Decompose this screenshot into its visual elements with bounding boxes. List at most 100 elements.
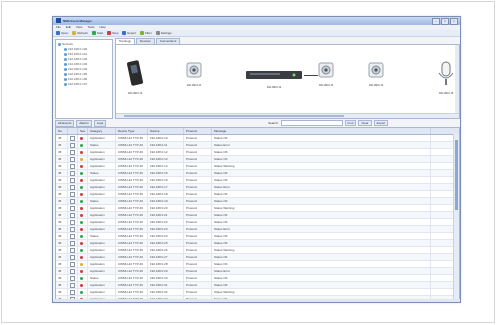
row-checkbox[interactable] (70, 261, 75, 267)
find-button[interactable]: Find (344, 120, 357, 126)
table-row[interactable]: 45 Status CWMU-42 TYP-46 192.168.0.19 Protoc… (56, 198, 459, 205)
toolbar-settings-button[interactable]: Settings (155, 31, 172, 35)
table-row[interactable]: 45 Status CWMU-42 TYP-46 192.168.0.11 Protoc… (56, 142, 459, 149)
column-header[interactable]: Device Type (116, 128, 148, 134)
row-checkbox[interactable] (70, 289, 75, 295)
tree-item[interactable]: 192.168.0.106 (64, 77, 87, 81)
device-switch-node[interactable]: 192.168.0.12 (244, 67, 304, 89)
row-checkbox[interactable] (70, 212, 75, 218)
clear-button[interactable]: Clear (358, 120, 372, 126)
minimize-button[interactable]: – (432, 18, 440, 25)
table-row[interactable]: 45 Application CWMU-42 TYP-46 192.168.0.10 P… (56, 135, 459, 142)
export-button[interactable]: Export (373, 120, 389, 126)
table-row[interactable]: 45 Application CWMU-42 TYP-46 192.168.0.13 P… (56, 156, 459, 163)
table-row[interactable]: 45 Application CWMU-42 TYP-46 192.168.0.22 P… (56, 219, 459, 226)
device-tree[interactable]: Network 192.168.0.100 192.168.0.101 192.168… (55, 39, 113, 119)
row-checkbox[interactable] (70, 170, 75, 176)
row-checkbox[interactable] (70, 233, 75, 239)
row-checkbox[interactable] (70, 275, 75, 281)
cell-no: 45 (56, 219, 68, 225)
device-mic-node[interactable]: 192.168.0.15 (436, 59, 456, 95)
tree-item[interactable]: 192.168.0.100 (64, 47, 87, 51)
toolbar-open-button[interactable]: Open (56, 31, 68, 35)
tree-item[interactable]: 192.168.0.101 (64, 52, 87, 56)
toolbar-stop-button[interactable]: Stop (107, 31, 118, 35)
hscroll-thumb[interactable] (124, 115, 344, 117)
topology-hscrollbar[interactable] (116, 113, 459, 118)
row-checkbox[interactable] (70, 184, 75, 190)
table-row[interactable]: 45 Application CWMU-42 TYP-46 192.168.0.23 P… (56, 226, 459, 233)
table-row[interactable]: 45 Status CWMU-42 TYP-46 192.168.0.15 Protoc… (56, 170, 459, 177)
tree-item[interactable]: 192.168.0.105 (64, 72, 87, 76)
row-checkbox[interactable] (70, 254, 75, 260)
table-row[interactable]: 45 Application CWMU-42 TYP-46 192.168.0.18 P… (56, 191, 459, 198)
cell-protocol: Protocol (184, 163, 212, 169)
column-header[interactable]: Protocol (184, 128, 212, 134)
table-row[interactable]: 45 Application CWMU-42 TYP-46 192.168.0.17 P… (56, 184, 459, 191)
column-header[interactable]: Sev. (78, 128, 88, 134)
table-row[interactable]: 45 Application CWMU-42 TYP-46 192.168.0.21 P… (56, 212, 459, 219)
table-row[interactable]: 45 Status CWMU-42 TYP-46 192.168.0.24 Protoc… (56, 233, 459, 240)
row-checkbox[interactable] (70, 191, 75, 197)
row-checkbox[interactable] (70, 205, 75, 211)
close-button[interactable]: × (450, 18, 458, 25)
table-row[interactable]: 45 Application CWMU-42 TYP-46 192.168.0.12 P… (56, 149, 459, 156)
row-checkbox[interactable] (70, 282, 75, 288)
tree-item[interactable]: 192.168.0.102 (64, 57, 87, 61)
toolbar-start-button[interactable]: Start (91, 31, 103, 35)
table-row[interactable]: 45 Application CWMU-42 TYP-46 192.168.0.32 P… (56, 289, 459, 296)
window-title: NMS Event Manager (63, 19, 92, 23)
table-row[interactable]: 45 Application CWMU-42 TYP-46 192.168.0.31 P… (56, 282, 459, 289)
row-checkbox[interactable] (70, 177, 75, 183)
title-bar[interactable]: NMS Event Manager – □ × (53, 17, 460, 25)
row-checkbox[interactable] (70, 268, 75, 274)
tree-item[interactable]: 192.168.0.104 (64, 67, 87, 71)
row-checkbox[interactable] (70, 142, 75, 148)
toolbar-filter-button[interactable]: Filter (140, 31, 152, 35)
row-checkbox[interactable] (70, 198, 75, 204)
table-row[interactable]: 45 Status CWMU-42 TYP-46 192.168.0.30 Protoc… (56, 275, 459, 282)
table-row[interactable]: 45 Application CWMU-42 TYP-46 192.168.0.29 P… (56, 268, 459, 275)
table-row[interactable]: 45 Application CWMU-42 TYP-46 192.168.0.25 P… (56, 240, 459, 247)
column-header[interactable]: Message (212, 128, 431, 134)
filter-tab-all-events[interactable]: All Events (55, 119, 75, 127)
table-row[interactable]: 45 Application CWMU-42 TYP-46 192.168.0.20 P… (56, 205, 459, 212)
row-checkbox[interactable] (70, 156, 75, 162)
device-camera-node[interactable]: 192.168.0.13 (316, 59, 336, 87)
table-row[interactable]: 45 Application CWMU-42 TYP-46 192.168.0.27 P… (56, 254, 459, 261)
column-header[interactable]: Category (88, 128, 116, 134)
table-row[interactable]: 45 Application CWMU-42 TYP-46 192.168.0.16 P… (56, 177, 459, 184)
filter-tab-alarms[interactable]: Alarms (76, 119, 92, 127)
row-checkbox[interactable] (70, 219, 75, 225)
row-checkbox[interactable] (70, 226, 75, 232)
column-header[interactable] (68, 128, 78, 134)
row-checkbox[interactable] (70, 135, 75, 141)
device-camera-node[interactable]: 192.168.0.11 (184, 59, 204, 87)
tab-topology[interactable]: Topology (115, 38, 136, 44)
row-checkbox[interactable] (70, 247, 75, 253)
table-scroll-thumb[interactable] (455, 140, 458, 210)
filter-tab-logs[interactable]: Logs (93, 119, 107, 127)
maximize-button[interactable]: □ (441, 18, 449, 25)
table-row[interactable]: 45 Application CWMU-42 TYP-46 192.168.0.28 P… (56, 261, 459, 268)
topology-panel[interactable]: 192.168.0.10 192.168.0.11 192.168.0.12 192.… (115, 45, 460, 119)
table-scrollbar[interactable] (453, 134, 459, 300)
device-phone-node[interactable]: 192.168.0.10 (124, 59, 146, 95)
cell-protocol: Protocol (184, 282, 212, 288)
row-checkbox[interactable] (70, 163, 75, 169)
table-row[interactable]: 45 Application CWMU-42 TYP-46 192.168.0.26 P… (56, 247, 459, 254)
tree-item[interactable]: 192.168.0.103 (64, 62, 87, 66)
row-checkbox[interactable] (70, 240, 75, 246)
column-header[interactable]: Source (148, 128, 184, 134)
toolbar-export-button[interactable]: Export (122, 31, 136, 35)
search-input[interactable] (280, 120, 343, 126)
tree-item[interactable]: 192.168.0.107 (64, 82, 87, 86)
row-checkbox[interactable] (70, 149, 75, 155)
column-header[interactable]: No. (56, 128, 68, 134)
tab-connections[interactable]: Connections (155, 38, 181, 44)
toolbar-refresh-button[interactable]: Refresh (72, 31, 88, 35)
device-camera-node[interactable]: 192.168.0.14 (366, 59, 386, 87)
tab-devices[interactable]: Devices (136, 38, 155, 44)
tree-root[interactable]: Network (58, 42, 73, 46)
table-row[interactable]: 45 Application CWMU-42 TYP-46 192.168.0.14 P… (56, 163, 459, 170)
